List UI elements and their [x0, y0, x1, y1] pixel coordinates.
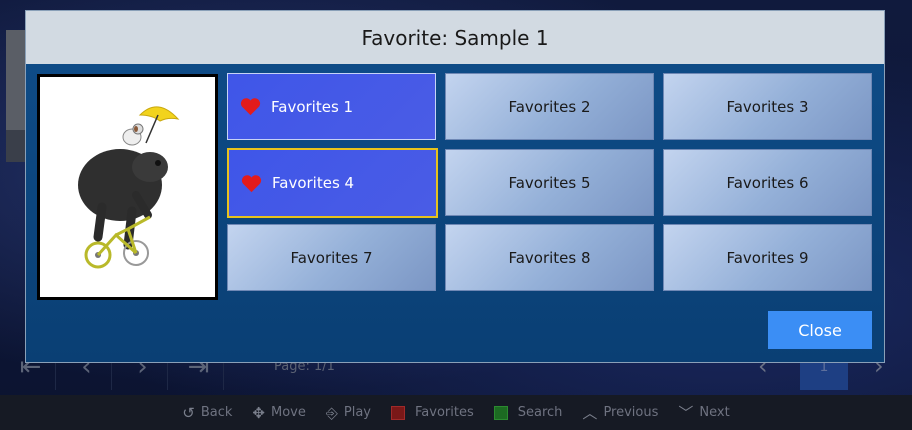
green-key-icon	[493, 405, 508, 420]
hint-search-label: Search	[517, 405, 563, 420]
hint-favorites-label: Favorites	[415, 405, 474, 420]
hint-search: Search	[493, 405, 563, 420]
favorites-tile-1[interactable]: Favorites 1	[227, 73, 436, 140]
favorites-tile-8[interactable]: Favorites 8	[445, 224, 654, 291]
chevron-up-icon: ︿	[582, 404, 598, 422]
dialog-body: Favorites 1 Favorites 2 Favorites 3 Favo…	[26, 64, 884, 362]
heart-icon	[241, 174, 262, 192]
hint-next: ﹀ Next	[678, 402, 729, 423]
close-button[interactable]: Close	[768, 311, 872, 349]
hint-previous: ︿ Previous	[582, 402, 658, 423]
tile-label: Favorites 8	[508, 248, 591, 267]
hint-play-label: Play	[343, 405, 372, 420]
tile-label: Favorites 1	[271, 97, 354, 116]
tile-label: Favorites 3	[726, 97, 809, 116]
hint-play: ⎆ Play	[326, 404, 371, 422]
favorites-tile-4[interactable]: Favorites 4	[227, 148, 438, 218]
red-key-icon	[391, 405, 406, 420]
hint-move-label: Move	[271, 405, 306, 420]
favorites-tile-3[interactable]: Favorites 3	[663, 73, 872, 140]
bear-on-bicycle-image	[78, 106, 180, 269]
back-icon: ↺	[182, 403, 195, 422]
hint-next-label: Next	[699, 405, 730, 420]
play-icon: ⎆	[325, 403, 338, 422]
dialog-title: Favorite: Sample 1	[26, 11, 884, 64]
tile-label: Favorites 7	[290, 248, 373, 267]
heart-icon	[240, 98, 261, 116]
tile-label: Favorites 6	[726, 173, 809, 192]
tile-label: Favorites 9	[726, 248, 809, 267]
favorites-tile-9[interactable]: Favorites 9	[663, 224, 872, 291]
image-preview	[37, 74, 218, 300]
tile-label: Favorites 4	[272, 174, 355, 192]
hint-move: ✥ Move	[252, 404, 305, 422]
move-icon: ✥	[252, 403, 265, 422]
favorites-tile-2[interactable]: Favorites 2	[445, 73, 654, 140]
hint-back-label: Back	[200, 405, 233, 420]
remote-hint-bar: ↺ Back ✥ Move ⎆ Play Favorites Search ︿ …	[0, 395, 912, 430]
favorites-tile-5[interactable]: Favorites 5	[445, 149, 654, 216]
hint-favorites: Favorites	[391, 405, 474, 420]
favorite-dialog: Favorite: Sample 1 Favorites 1 Favorites…	[25, 10, 885, 363]
scrollbar[interactable]	[6, 30, 26, 162]
hint-back: ↺ Back	[182, 404, 232, 422]
favorites-tile-6[interactable]: Favorites 6	[663, 149, 872, 216]
chevron-down-icon: ﹀	[678, 404, 694, 422]
favorites-tile-7[interactable]: Favorites 7	[227, 224, 436, 291]
hint-previous-label: Previous	[603, 405, 659, 420]
tile-label: Favorites 5	[508, 173, 591, 192]
tile-label: Favorites 2	[508, 97, 591, 116]
